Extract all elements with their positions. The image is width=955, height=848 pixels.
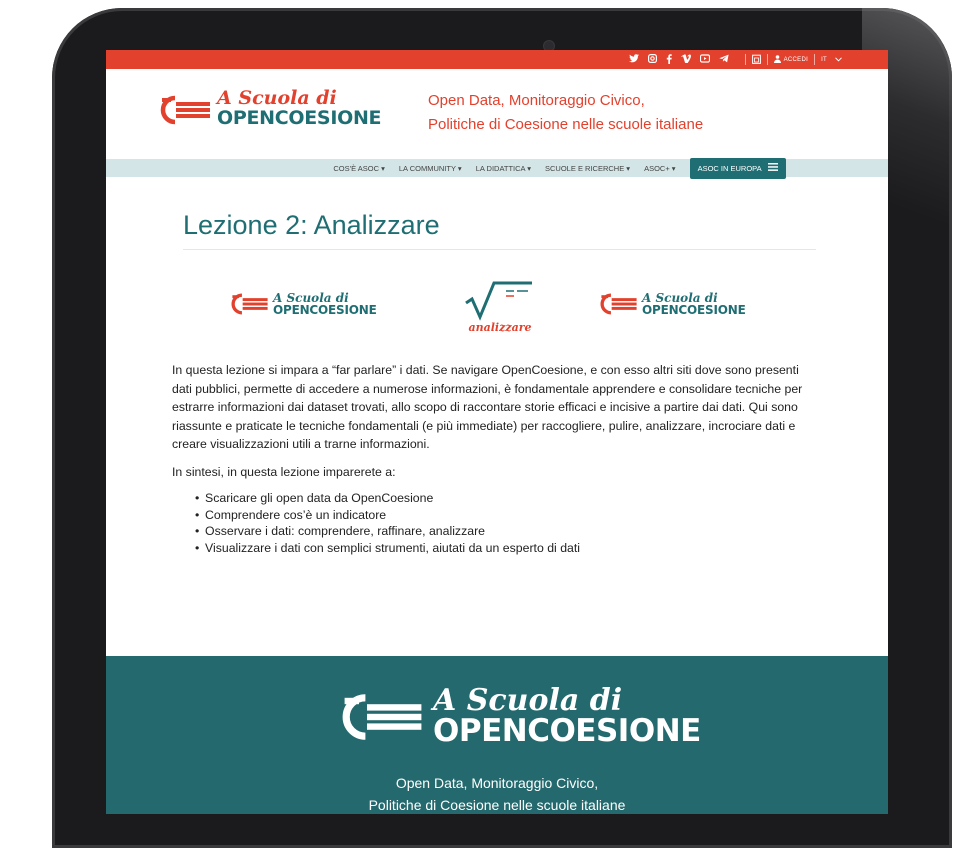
top-bar: ACCEDI IT [106, 50, 888, 69]
site-footer: A Scuola di OPENCOESIONE Open Data, Moni… [106, 656, 888, 814]
asoc-logo-right: A Scuola di OPENCOESIONE [599, 292, 746, 316]
nav-item-scuole-ricerche[interactable]: SCUOLE E RICERCHE ▾ [545, 164, 630, 173]
logo-caps: OPENCOESIONE [273, 303, 377, 317]
analizzare-logo: analizzare [460, 277, 540, 337]
main-nav: COS'È ASOC ▾ LA COMMUNITY ▾ LA DIDATTICA… [106, 157, 888, 179]
user-icon [773, 54, 781, 65]
vimeo-icon[interactable] [680, 54, 691, 65]
screen: ACCEDI IT A Scuola di OPENCOESIONE Open … [106, 50, 888, 814]
separator [744, 54, 746, 65]
nav-item-cose-asoc[interactable]: COS'È ASOC ▾ [333, 164, 384, 173]
login-link[interactable]: ACCEDI [784, 57, 808, 63]
book-icon [600, 293, 637, 315]
chevron-down-icon[interactable] [835, 55, 842, 64]
nav-item-asoc-plus[interactable]: ASOC+ ▾ [644, 164, 676, 173]
social-links [628, 53, 729, 66]
logo-caps: OPENCOESIONE [642, 303, 746, 317]
asoc-in-europa-button[interactable]: ASOC IN EUROPA [689, 157, 786, 179]
square-root-icon [465, 281, 532, 321]
list-item: Osservare i dati: comprendere, raffinare… [195, 523, 822, 540]
footer-tagline-line-1: Open Data, Monitoraggio Civico, [395, 775, 599, 791]
list-item: Visualizzare i dati con semplici strumen… [195, 540, 822, 557]
lesson-logos: A Scuola di OPENCOESIONE analizzare A Sc… [106, 277, 888, 337]
book-icon [231, 293, 268, 315]
tagline-line-2: Politiche di Coesione nelle scuole itali… [428, 116, 704, 133]
book-icon [342, 693, 422, 740]
footer-tagline: Open Data, Monitoraggio Civico, Politich… [106, 772, 888, 814]
logo-script: A Scuola di [217, 87, 337, 109]
footer-tagline-line-2: Politiche di Coesione nelle scuole itali… [368, 797, 626, 813]
divider [183, 249, 816, 250]
list-item: Scaricare gli open data da OpenCoesione [195, 490, 822, 507]
page-title: Lezione 2: Analizzare [183, 210, 440, 240]
cta-label: ASOC IN EUROPA [697, 163, 762, 173]
list-item: Comprendere cos’è un indicatore [195, 507, 822, 524]
lesson-intro: In questa lezione si impara a “far parla… [172, 363, 803, 451]
instagram-icon[interactable] [647, 54, 657, 65]
book-icon [159, 95, 213, 124]
calendar-icon[interactable] [751, 54, 761, 66]
footer-logo-caps: OPENCOESIONE [433, 713, 701, 749]
separator [766, 54, 768, 65]
analizzare-label: analizzare [468, 321, 532, 334]
main-content: Lezione 2: Analizzare A Scuola di OPENCO… [106, 177, 888, 657]
asoc-logo-left: A Scuola di OPENCOESIONE [230, 292, 377, 316]
separator [814, 54, 816, 65]
facebook-icon[interactable] [666, 53, 672, 66]
logo-text: A Scuola di OPENCOESIONE [217, 87, 382, 129]
lesson-summary: In sintesi, in questa lezione imparerete… [172, 464, 396, 479]
site-tagline: Open Data, Monitoraggio Civico, Politich… [428, 89, 703, 137]
tagline-line-1: Open Data, Monitoraggio Civico, [428, 92, 645, 109]
lesson-body: In questa lezione si impara a “far parla… [172, 361, 822, 557]
language-selector[interactable]: IT [821, 57, 827, 63]
footer-logo[interactable]: A Scuola di OPENCOESIONE [339, 686, 701, 747]
nav-item-community[interactable]: LA COMMUNITY ▾ [399, 164, 462, 173]
telegram-icon[interactable] [718, 54, 729, 65]
footer-logo-script: A Scuola di [433, 683, 623, 718]
lesson-objectives: Scaricare gli open data da OpenCoesione … [195, 490, 822, 557]
menu-icon [767, 163, 778, 173]
twitter-icon[interactable] [628, 54, 639, 65]
site-logo[interactable]: A Scuola di OPENCOESIONE [159, 87, 382, 129]
site-header: A Scuola di OPENCOESIONE Open Data, Moni… [106, 69, 888, 150]
nav-item-didattica[interactable]: LA DIDATTICA ▾ [476, 164, 531, 173]
logo-caps: OPENCOESIONE [217, 107, 382, 129]
youtube-icon[interactable] [699, 54, 710, 65]
